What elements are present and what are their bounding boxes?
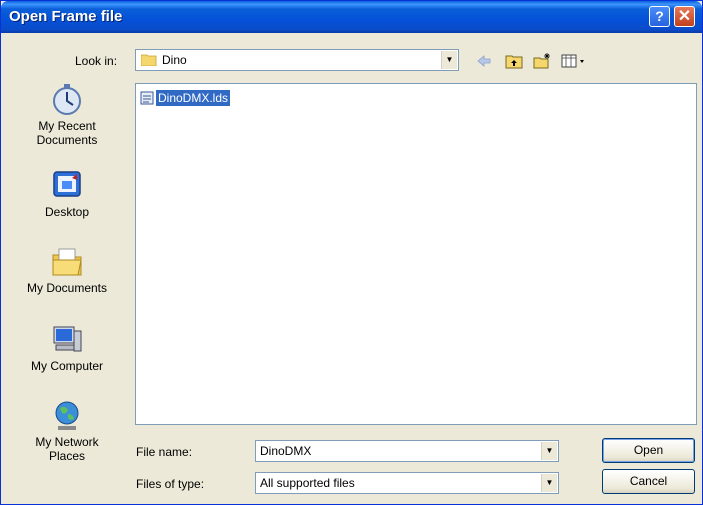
help-button[interactable]: ? [649,6,670,27]
up-folder-icon[interactable] [505,53,523,69]
views-menu-icon[interactable] [561,53,587,69]
desktop-icon [53,171,81,197]
look-in-value: Dino [162,53,187,67]
file-list[interactable]: DinoDMX.lds [135,83,697,425]
file-name-value: DinoDMX [260,444,312,458]
chevron-down-icon[interactable]: ▼ [541,442,557,460]
network-places-icon [55,401,79,430]
title-bar[interactable]: Open Frame file ? ✕ [1,1,702,33]
window-title: Open Frame file [9,8,123,25]
place-label: Desktop [44,205,90,219]
folder-icon [141,54,157,66]
file-name-input[interactable]: DinoDMX ▼ [255,440,559,462]
close-button[interactable]: ✕ [674,6,695,27]
place-my-network-places[interactable]: My Network Places [5,399,129,463]
files-of-type-label: Files of type: [136,477,205,491]
files-of-type-select[interactable]: All supported files ▼ [255,472,559,494]
place-label: My Recent Documents [36,119,98,147]
place-my-computer[interactable]: My Computer [5,323,129,373]
chevron-down-icon[interactable]: ▼ [441,51,457,69]
place-label: My Documents [26,281,108,295]
places-bar: My Recent Documents Desktop My Documents [5,83,129,483]
cancel-button[interactable]: Cancel [602,469,695,494]
place-desktop[interactable]: Desktop [5,169,129,219]
recent-documents-icon [53,84,81,115]
open-frame-dialog: Open Frame file ? ✕ Look in: Dino ▼ My R… [0,0,703,505]
file-icon [140,91,154,105]
place-my-documents[interactable]: My Documents [5,245,129,295]
place-label: My Network Places [35,435,99,463]
file-name: DinoDMX.lds [156,90,231,106]
my-documents-icon [52,248,82,276]
look-in-label: Look in: [75,54,118,68]
back-arrow-icon[interactable] [475,53,493,69]
new-folder-icon[interactable] [533,53,551,69]
chevron-down-icon[interactable]: ▼ [541,474,557,492]
file-name-label: File name: [136,445,193,459]
open-button[interactable]: Open [602,438,695,463]
files-of-type-value: All supported files [260,476,355,490]
place-label: My Computer [30,359,104,373]
my-computer-icon [53,326,82,352]
look-in-combo[interactable]: Dino ▼ [135,49,459,71]
place-my-recent-documents[interactable]: My Recent Documents [5,83,129,147]
